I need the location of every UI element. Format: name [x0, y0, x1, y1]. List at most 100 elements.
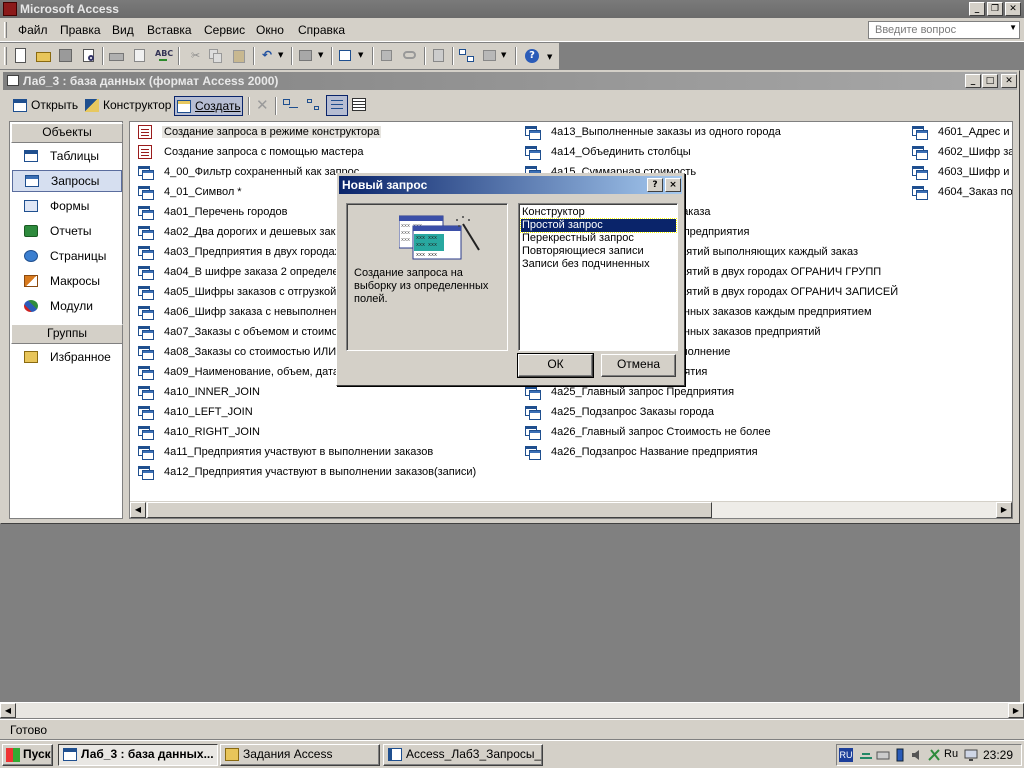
- task-database-window[interactable]: Лаб_3 : база данных...: [58, 744, 218, 766]
- close-icon[interactable]: ×: [665, 178, 681, 192]
- query-list-item[interactable]: 4б03_Шифр и: [904, 164, 1009, 182]
- large-icons-icon[interactable]: [281, 96, 299, 114]
- query-list-item[interactable]: 4a02_Два дорогих и дешевых заказа: [130, 224, 353, 242]
- scroll-left-icon[interactable]: ◀: [0, 703, 16, 718]
- save-icon[interactable]: [57, 47, 75, 65]
- nav-reports[interactable]: Отчеты: [12, 221, 122, 243]
- query-list-item[interactable]: 4б02_Шифр за: [904, 144, 1012, 162]
- small-icons-icon[interactable]: [305, 96, 323, 114]
- menu-tools[interactable]: Сервис: [204, 23, 245, 37]
- nav-tables[interactable]: Таблицы: [12, 146, 122, 168]
- menubar-grip[interactable]: [4, 22, 7, 38]
- scroll-left-icon[interactable]: ◀: [130, 502, 146, 518]
- relationships-icon[interactable]: [458, 47, 476, 65]
- design-button[interactable]: Конструктор: [83, 96, 173, 116]
- tools-icon[interactable]: [927, 748, 941, 762]
- copy-icon[interactable]: [207, 47, 225, 65]
- paste-icon[interactable]: [230, 47, 248, 65]
- query-type-listbox[interactable]: Конструктор Простой запрос Перекрестный …: [518, 203, 678, 351]
- query-list-item[interactable]: 4_00_Фильтр сохраненный как запрос: [130, 164, 359, 182]
- query-list-item[interactable]: Создание запроса с помощью мастера: [130, 144, 364, 162]
- query-list-item[interactable]: 4a12_Предприятия участвуют в выполнении …: [130, 464, 476, 482]
- script-icon[interactable]: [401, 47, 419, 65]
- nav-macros[interactable]: Макросы: [12, 271, 122, 293]
- office-links-dropdown-icon[interactable]: ▼: [317, 47, 327, 65]
- option-find-unmatched[interactable]: Записи без подчиненных: [521, 258, 676, 271]
- objects-header[interactable]: Объекты: [11, 123, 123, 143]
- chevron-down-icon[interactable]: ▼: [1009, 23, 1017, 32]
- query-list-item[interactable]: 4a10_LEFT_JOIN: [130, 404, 253, 422]
- query-list-item[interactable]: 4a26_Подзапрос Название предприятия: [517, 444, 758, 462]
- option-design-view[interactable]: Конструктор: [521, 206, 676, 219]
- help-icon[interactable]: ?: [523, 47, 541, 65]
- query-list-item[interactable]: 4a10_RIGHT_JOIN: [130, 424, 260, 442]
- query-list-item[interactable]: 4a09_Наименование, объем, дата: [130, 364, 339, 382]
- toolbar-options-icon[interactable]: ▼: [546, 47, 556, 65]
- task-word-document[interactable]: Access_Лаб3_Запросы_...: [383, 744, 543, 766]
- battery-icon[interactable]: [893, 748, 907, 762]
- nav-pages[interactable]: Страницы: [12, 246, 122, 268]
- new-file-icon[interactable]: [12, 47, 30, 65]
- query-list-item[interactable]: 4a25_Главный запрос Предприятия: [517, 384, 734, 402]
- query-list-item[interactable]: 4a05_Шифры заказов с отгрузкой: [130, 284, 336, 302]
- query-list-item[interactable]: 4a11_Предприятия участвуют в выполнении …: [130, 444, 433, 462]
- ask-question-input[interactable]: Введите вопрос ▼: [868, 21, 1020, 39]
- ok-button[interactable]: ОК: [517, 353, 594, 378]
- task-folder[interactable]: Задания Access: [220, 744, 380, 766]
- maximize-icon[interactable]: □: [982, 74, 998, 88]
- menu-edit[interactable]: Правка: [60, 23, 101, 37]
- toolbar-grip[interactable]: [4, 47, 7, 65]
- option-simple-query[interactable]: Простой запрос: [520, 218, 677, 233]
- help-icon[interactable]: ?: [647, 178, 663, 192]
- nav-favorites[interactable]: Избранное: [12, 347, 122, 369]
- minimize-icon[interactable]: _: [969, 2, 985, 16]
- create-button[interactable]: Создать: [174, 96, 243, 116]
- language-indicator[interactable]: RU: [839, 748, 853, 762]
- details-view-icon[interactable]: [350, 96, 368, 114]
- file-search-icon[interactable]: [80, 47, 98, 65]
- code-icon[interactable]: [378, 47, 396, 65]
- query-list-item[interactable]: 4a26_Главный запрос Стоимость не более: [517, 424, 771, 442]
- cancel-button[interactable]: Отмена: [601, 354, 676, 377]
- query-list-item[interactable]: Создание запроса в режиме конструктора: [130, 124, 382, 142]
- query-list-item[interactable]: 4_01_Символ *: [130, 184, 242, 202]
- database-window-title-bar[interactable]: Лаб_3 : база данных (формат Access 2000)…: [3, 72, 1017, 90]
- nav-modules[interactable]: Модули: [12, 296, 122, 318]
- restore-icon[interactable]: ❐: [987, 2, 1003, 16]
- delete-icon[interactable]: ✕: [253, 96, 271, 114]
- close-icon[interactable]: ✕: [1005, 2, 1021, 16]
- monitor-icon[interactable]: [964, 748, 978, 762]
- tray-language-text[interactable]: Ru: [944, 748, 962, 762]
- query-list-item[interactable]: 4a08_Заказы со стоимостью ИЛИ: [130, 344, 336, 362]
- scrollbar-thumb[interactable]: [147, 502, 712, 518]
- app-vertical-scrollbar[interactable]: [1020, 70, 1024, 702]
- query-list-horizontal-scrollbar[interactable]: ◀ ▶: [130, 501, 1012, 518]
- scroll-right-icon[interactable]: ▶: [996, 502, 1012, 518]
- analyze-dropdown-icon[interactable]: ▼: [357, 47, 367, 65]
- office-links-icon[interactable]: [297, 47, 315, 65]
- print-icon[interactable]: [108, 47, 126, 65]
- menu-view[interactable]: Вид: [112, 23, 134, 37]
- query-list-item[interactable]: 4a13_Выполненные заказы из одного города: [517, 124, 781, 142]
- option-crosstab-query[interactable]: Перекрестный запрос: [521, 232, 676, 245]
- query-list-item[interactable]: 4б04_Заказ по: [904, 184, 1012, 202]
- menu-help[interactable]: Справка: [298, 23, 345, 37]
- open-button[interactable]: Открыть: [11, 96, 79, 116]
- undo-dropdown-icon[interactable]: ▼: [277, 47, 287, 65]
- menu-window[interactable]: Окно: [256, 23, 284, 37]
- query-list-item[interactable]: 4a07_Заказы с объемом и стоимостью: [130, 324, 362, 342]
- option-find-duplicates[interactable]: Повторяющиеся записи: [521, 245, 676, 258]
- spelling-icon[interactable]: ABC: [154, 47, 173, 65]
- volume-icon[interactable]: [910, 748, 924, 762]
- keyboard-icon[interactable]: [876, 748, 890, 762]
- cut-icon[interactable]: ✂: [184, 47, 202, 65]
- dialog-title-bar[interactable]: Новый запрос ? ×: [339, 176, 682, 194]
- list-view-icon[interactable]: [326, 95, 348, 116]
- analyze-icon[interactable]: [337, 47, 355, 65]
- query-list-item[interactable]: 4a25_Подзапрос Заказы города: [517, 404, 714, 422]
- scroll-right-icon[interactable]: ▶: [1008, 703, 1024, 718]
- close-icon[interactable]: ✕: [1001, 74, 1017, 88]
- start-button[interactable]: Пуск: [2, 744, 53, 766]
- open-folder-icon[interactable]: [35, 47, 53, 65]
- new-object-icon[interactable]: [481, 47, 499, 65]
